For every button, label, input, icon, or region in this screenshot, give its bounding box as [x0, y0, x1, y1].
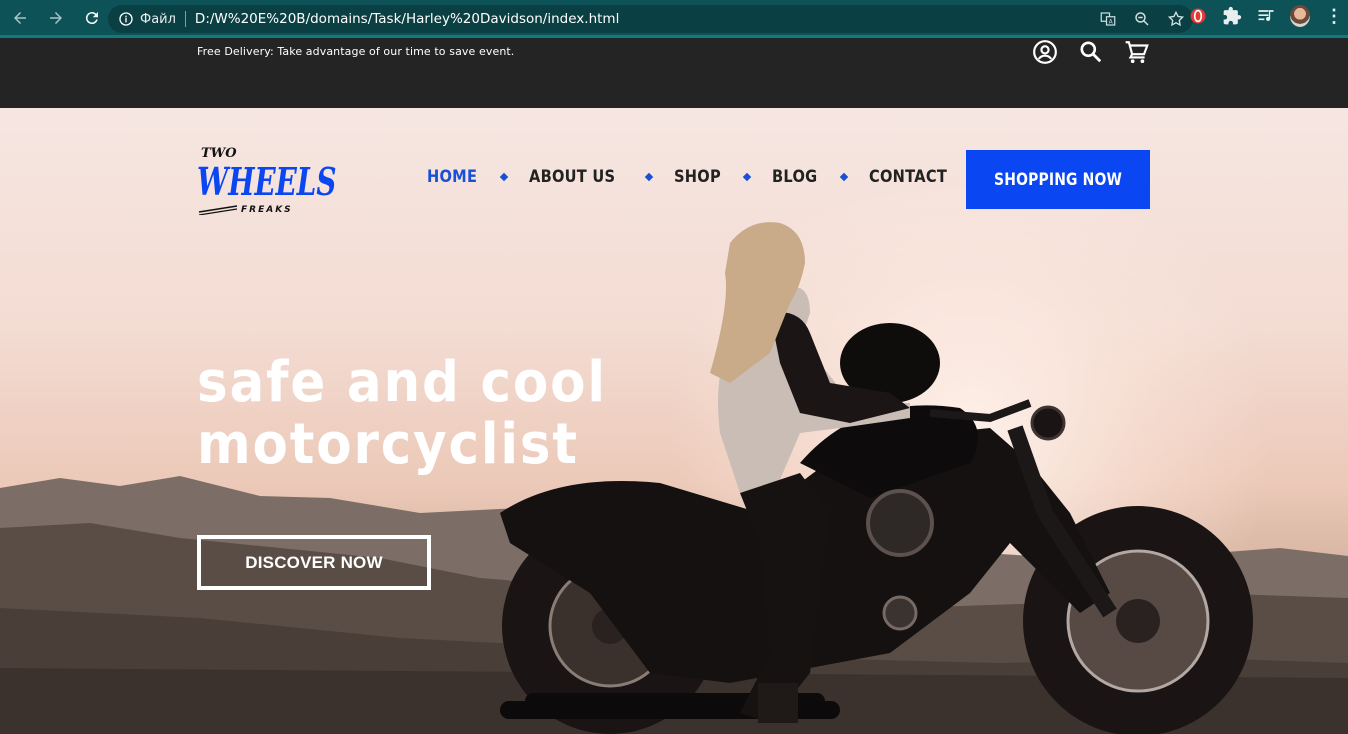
nav-about-us[interactable]: ABOUT US — [529, 167, 615, 187]
forward-button[interactable] — [40, 2, 72, 34]
nav-home[interactable]: HOME — [427, 167, 477, 187]
nav-blog[interactable]: BLOG — [772, 167, 817, 187]
account-button[interactable] — [1031, 38, 1059, 66]
cart-button[interactable] — [1123, 38, 1151, 66]
info-icon[interactable] — [118, 11, 134, 27]
hero-headline: safe and cool motorcyclist — [197, 352, 617, 476]
profile-avatar[interactable] — [1290, 5, 1310, 27]
extensions-puzzle-icon[interactable] — [1222, 6, 1242, 26]
browser-menu-icon[interactable]: ⋮ — [1324, 6, 1344, 26]
cart-icon — [1125, 41, 1149, 64]
address-separator — [184, 11, 186, 27]
file-scheme-label: Файл — [140, 11, 176, 27]
nav-shop[interactable]: SHOP — [674, 167, 721, 187]
nav-contact[interactable]: CONTACT — [869, 167, 947, 187]
hero-section: TWO WHEELS FREAKS HOME ABOUT US SHOP BLO… — [0, 108, 1348, 734]
discover-now-button[interactable]: DISCOVER NOW — [197, 535, 431, 590]
logo-top-text: TWO — [201, 146, 237, 161]
top-info-bar: Free Delivery: Take advantage of our tim… — [0, 38, 1348, 108]
main-navigation: HOME ABOUT US SHOP BLOG CONTACT — [427, 167, 960, 187]
zoom-icon[interactable] — [1133, 10, 1151, 28]
back-arrow-icon — [14, 11, 26, 24]
reload-button[interactable] — [76, 2, 108, 34]
opera-extension-icon[interactable] — [1188, 6, 1208, 26]
shopping-now-label: SHOPPING NOW — [993, 169, 1122, 190]
reading-list-icon[interactable] — [1256, 6, 1276, 26]
discover-now-label: DISCOVER NOW — [245, 552, 383, 572]
translate-icon[interactable]: A — [1099, 10, 1117, 28]
logo-sub-text: FREAKS — [241, 205, 293, 215]
two-wheels-freaks-logo[interactable]: TWO WHEELS FREAKS — [197, 140, 342, 215]
logo-main-text: WHEELS — [197, 160, 336, 205]
address-bar[interactable]: Файл D:/W%20E%20B/domains/Task/Harley%20… — [108, 5, 1193, 33]
reload-icon — [85, 11, 98, 24]
account-icon — [1033, 40, 1057, 64]
shopping-now-button[interactable]: SHOPPING NOW — [966, 150, 1150, 209]
nav-separator-dot — [839, 172, 849, 182]
back-button[interactable] — [4, 2, 36, 34]
nav-separator-dot — [500, 172, 509, 182]
bookmark-star-icon[interactable] — [1167, 10, 1185, 28]
headline-line-1: safe and cool — [197, 350, 607, 415]
search-button[interactable] — [1077, 38, 1105, 66]
search-icon — [1080, 41, 1102, 63]
forward-arrow-icon — [50, 11, 62, 24]
browser-toolbar: Файл D:/W%20E%20B/domains/Task/Harley%20… — [0, 0, 1348, 38]
url-text[interactable]: D:/W%20E%20B/domains/Task/Harley%20David… — [195, 11, 619, 27]
nav-separator-dot — [644, 172, 654, 182]
headline-line-2: motorcyclist — [197, 412, 579, 477]
free-delivery-text: Free Delivery: Take advantage of our tim… — [197, 45, 515, 58]
nav-separator-dot — [743, 172, 752, 182]
header-tools — [1031, 38, 1151, 66]
